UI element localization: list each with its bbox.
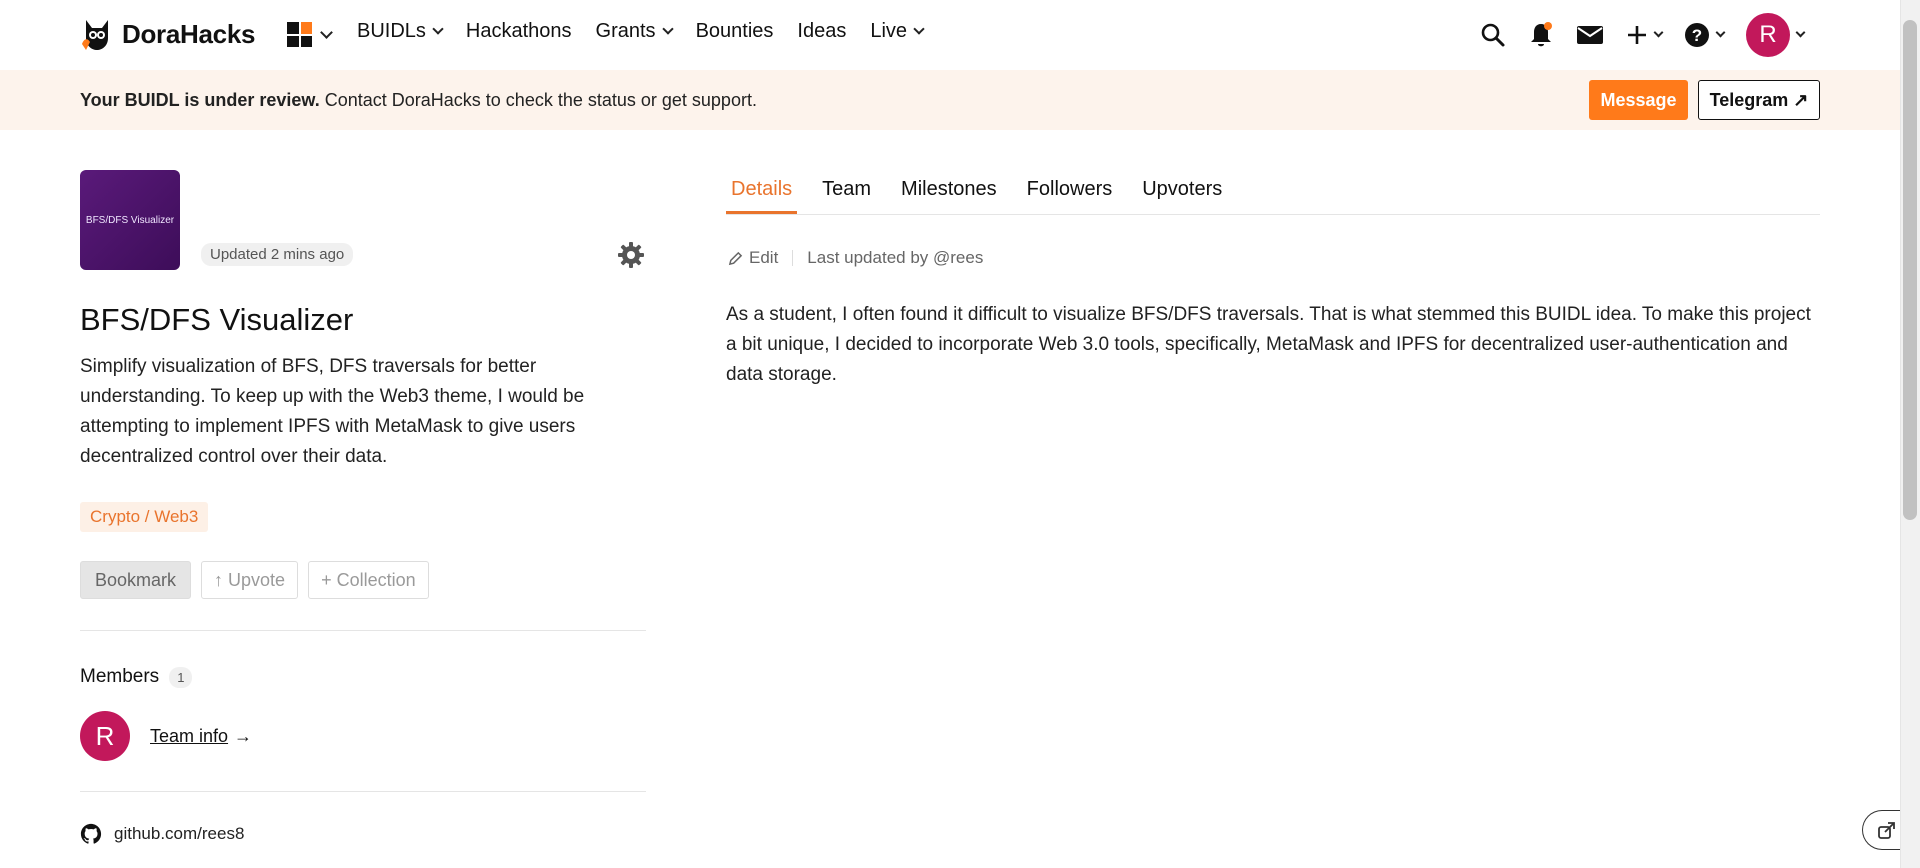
buidl-title: BFS/DFS Visualizer [80,302,354,337]
chevron-down-icon [1715,27,1726,38]
last-updated: Last updated by @rees [807,248,984,267]
action-buttons: Bookmark ↑ Upvote + Collection [80,561,429,599]
buidl-description: Simplify visualization of BFS, DFS trave… [80,356,585,467]
tab-team[interactable]: Team [817,178,876,214]
members-label: Members [80,666,160,687]
edit-label: Edit [749,248,779,267]
add-collection-button[interactable]: + Collection [308,561,429,599]
mail-icon [1577,26,1603,44]
menu-bounties[interactable]: Bounties [696,20,774,43]
members-header: Members 1 [80,666,193,688]
members-count: 1 [169,666,193,688]
main-menu: BUIDLs Hackathons Grants Bounties Ideas … [357,20,925,43]
menu-buidls[interactable]: BUIDLs [357,20,444,43]
telegram-button[interactable]: Telegram ↗ [1698,80,1820,120]
github-link[interactable]: github.com/rees8 [80,823,244,845]
nav-actions: ? R [1480,13,1806,57]
divider [80,791,646,792]
bell-icon [1531,22,1552,47]
detail-tabs: Details Team Milestones Followers Upvote… [726,178,1247,214]
avatar: R [1746,13,1790,57]
pencil-icon [728,251,743,265]
tabs-divider [726,214,1820,215]
bookmark-button[interactable]: Bookmark [80,561,192,599]
edit-button[interactable]: Edit [728,248,778,268]
avatar[interactable]: R [80,711,130,761]
logo[interactable]: DoraHacks [80,16,255,52]
search-button[interactable] [1480,22,1506,48]
apps-switcher[interactable] [287,22,333,47]
member-item: R Team info → [80,711,252,761]
brand-name: DoraHacks [122,18,256,49]
details-body: As a student, I often found it difficult… [726,304,1811,385]
category-tag[interactable]: Crypto / Web3 [80,502,209,532]
banner-bold: Your BUIDL is under review. [80,90,320,110]
team-info-link[interactable]: Team info [150,726,228,747]
separator [792,250,794,266]
menu-label: Grants [595,20,656,42]
divider [80,630,646,631]
buidl-thumbnail: BFS/DFS Visualizer [80,170,180,270]
search-icon [1481,23,1505,47]
team-info-link-wrap[interactable]: Team info → [150,726,252,747]
menu-grants[interactable]: Grants [595,20,674,43]
tab-followers[interactable]: Followers [1022,178,1118,214]
svg-text:?: ? [1692,26,1702,45]
scrollbar-thumb[interactable] [1903,20,1917,520]
menu-label: Hackathons [465,20,572,42]
chevron-down-icon [661,23,674,35]
menu-ideas[interactable]: Ideas [797,20,846,43]
gear-icon[interactable] [617,241,645,269]
dorahacks-logo-icon [82,20,108,50]
thumbnail-text: BFS/DFS Visualizer [85,214,175,226]
github-url: github.com/rees8 [114,824,245,843]
scrollbar[interactable] [1900,0,1920,868]
tab-milestones[interactable]: Milestones [896,178,1002,214]
banner-message: Your BUIDL is under review. Contact Dora… [80,90,757,111]
menu-label: Bounties [695,20,774,42]
chevron-down-icon [913,23,925,35]
github-icon [80,823,102,844]
arrow-right-icon: → [234,725,253,746]
message-button[interactable]: Message [1589,80,1688,120]
tab-details[interactable]: Details [726,178,798,214]
tab-upvoters[interactable]: Upvoters [1137,178,1227,214]
chevron-down-icon [1653,27,1664,38]
top-nav: DoraHacks BUIDLs Hackathons Grants Bount… [0,0,1900,70]
messages-button[interactable] [1576,24,1604,46]
apps-grid-icon [287,22,312,47]
notifications-button[interactable] [1528,21,1554,49]
plus-icon [1628,26,1646,44]
share-icon [1877,822,1895,839]
help-icon: ? [1685,23,1709,47]
banner-text: Contact DoraHacks to check the status or… [319,90,757,110]
edit-row: Edit Last updated by @rees [728,248,983,268]
updated-badge: Updated 2 mins ago [201,243,354,266]
menu-label: BUIDLs [357,20,426,42]
chevron-down-icon [1795,27,1806,38]
create-button[interactable] [1626,24,1664,46]
chevron-down-icon [432,23,444,35]
help-button[interactable]: ? [1684,22,1726,48]
user-menu-button[interactable]: R [1746,13,1806,57]
menu-hackathons[interactable]: Hackathons [466,20,572,43]
menu-label: Live [870,20,908,42]
menu-live[interactable]: Live [870,20,925,43]
chevron-down-icon [320,25,333,39]
menu-label: Ideas [797,20,847,42]
upvote-button[interactable]: ↑ Upvote [201,561,299,599]
